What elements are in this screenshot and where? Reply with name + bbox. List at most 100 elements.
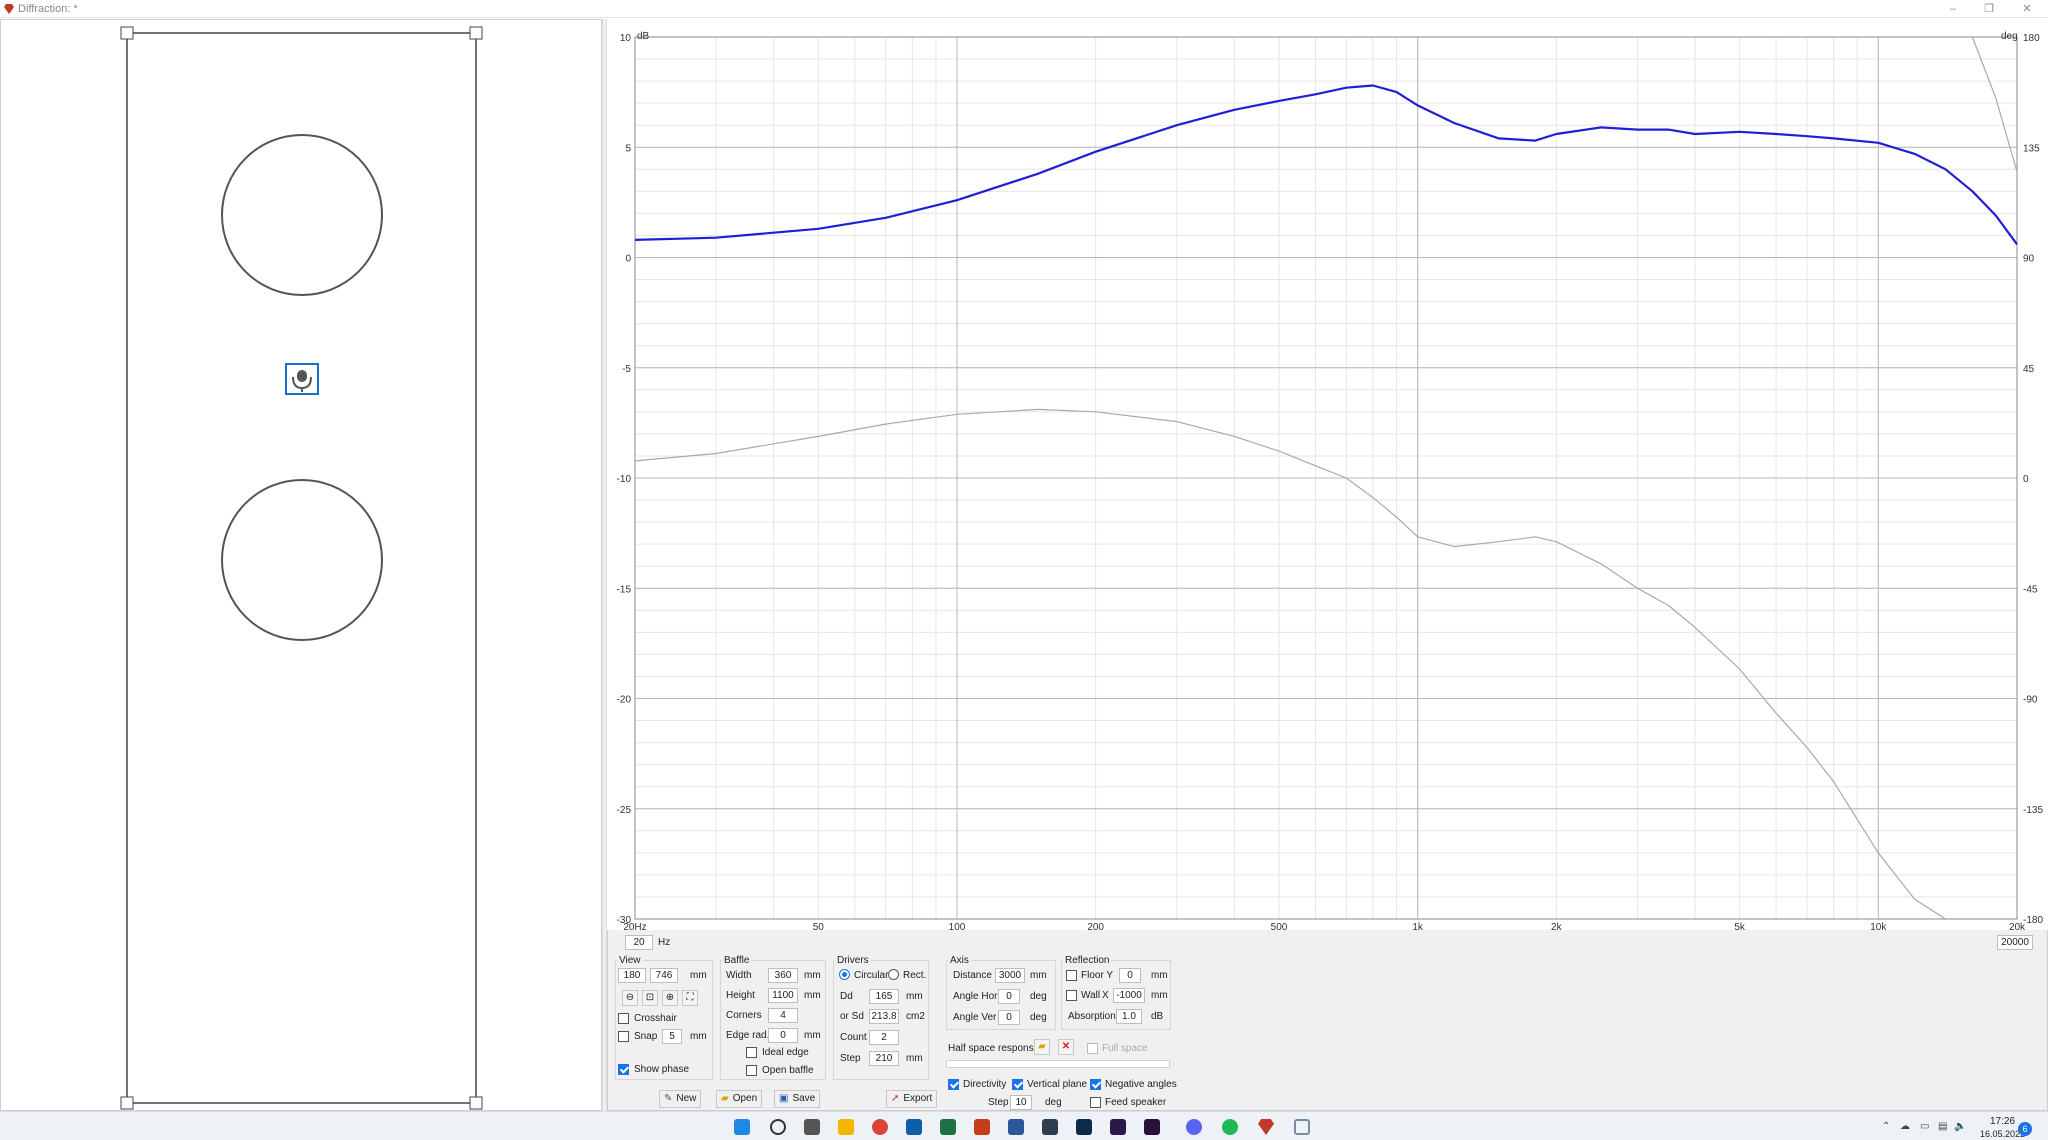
display-icon[interactable]: ▭ [1920,1121,1929,1132]
absorption-field[interactable]: 1.0 [1116,1009,1142,1024]
folder-icon: ▰ [721,1093,729,1104]
start-icon[interactable] [734,1119,750,1135]
half-space-file-field[interactable] [946,1060,1170,1068]
snipping-tool-icon[interactable] [1294,1119,1310,1135]
angle-hor-field[interactable]: 0 [998,989,1020,1004]
y-tick-label-left: 5 [625,143,631,154]
folder-open-icon[interactable]: ▰ [1034,1039,1050,1055]
zoom-in-icon[interactable]: ⊕ [662,990,678,1006]
edge-radius-field[interactable]: 0 [768,1028,798,1043]
baffle-canvas[interactable] [1,20,603,1112]
y-tick-label-right: 90 [2023,254,2035,265]
absorption-unit: dB [1151,1011,1164,1022]
crosshair-checkbox[interactable] [618,1013,629,1024]
snap-unit: mm [690,1031,707,1042]
y-unit-right: deg [2001,31,2018,42]
open-button[interactable]: ▰ Open [716,1090,763,1108]
onedrive-icon[interactable]: ☁ [1900,1121,1910,1132]
spotify-icon[interactable] [1222,1119,1238,1135]
wall-unit: mm [1151,990,1168,1001]
baffle-height-field[interactable]: 1100 [768,988,798,1003]
chrome-icon[interactable] [872,1119,888,1135]
window-title: Diffraction: * [18,3,78,15]
circular-label: Circular [854,970,889,981]
sd-field[interactable]: 213.8 [869,1009,899,1024]
lightroom-icon[interactable] [1042,1119,1058,1135]
floor-checkbox[interactable] [1066,970,1077,981]
network-icon[interactable]: ▤ [1938,1121,1947,1132]
zoom-out-icon[interactable]: ⊖ [622,990,638,1006]
edge-radius-unit: mm [804,1030,821,1041]
angle-ver-unit: deg [1030,1012,1047,1023]
app-icon [4,4,14,14]
fullscreen-icon[interactable]: ⛶ [682,990,698,1006]
baffle-group-title: Baffle [722,955,752,966]
word-icon[interactable] [1008,1119,1024,1135]
snap-checkbox[interactable] [618,1031,629,1042]
tray-chevron-icon[interactable]: ⌃ [1882,1121,1890,1132]
corners-field[interactable]: 4 [768,1008,798,1023]
floor-field[interactable]: 0 [1119,968,1141,983]
angle-ver-field[interactable]: 0 [998,1010,1020,1025]
discord-icon[interactable] [1186,1119,1202,1135]
view-height-field[interactable]: 746 [650,968,678,983]
frequency-response-plot[interactable]: 10 5 0 -5 -10 -15 -20 -25 -30 180 135 90 45 0 -45 -90 -1… [607,19,2048,930]
y-tick-label-left: -10 [617,474,632,485]
powerpoint-icon[interactable] [974,1119,990,1135]
distance-field[interactable]: 3000 [995,968,1025,983]
photoshop-icon[interactable] [1076,1119,1092,1135]
open-baffle-checkbox[interactable] [746,1065,757,1076]
feed-speaker-checkbox[interactable] [1090,1097,1101,1108]
premiere-icon[interactable] [1144,1119,1160,1135]
close-button[interactable]: ✕ [2016,2,2038,16]
show-phase-checkbox[interactable] [618,1064,629,1075]
taskbar [0,1111,2048,1140]
resize-handle-bottom-right [469,1096,483,1110]
baffle-width-field[interactable]: 360 [768,968,798,983]
feed-speaker-label: Feed speaker [1105,1097,1167,1108]
negative-angles-checkbox[interactable] [1090,1079,1101,1090]
excel-icon[interactable] [940,1119,956,1135]
wall-field[interactable]: -1000 [1113,988,1145,1003]
x-min-unit: Hz [658,937,671,948]
file-explorer-icon[interactable] [838,1119,854,1135]
x-min-field[interactable]: 20 [625,935,653,950]
zoom-fit-icon[interactable]: ⊡ [642,990,658,1006]
driver-step-unit: mm [906,1053,923,1064]
maximize-button[interactable]: ❐ [1978,2,2000,16]
rect-radio[interactable] [888,969,899,980]
search-icon[interactable] [770,1119,786,1135]
ideal-edge-checkbox[interactable] [746,1047,757,1058]
vertical-plane-checkbox[interactable] [1012,1079,1023,1090]
directivity-checkbox[interactable] [948,1079,959,1090]
axis-group-title: Axis [948,955,971,966]
snap-field[interactable]: 5 [662,1029,682,1044]
clock-time[interactable]: 17:26 [1990,1116,2015,1127]
circular-radio[interactable] [839,969,850,980]
resize-handle-top-right [469,26,483,40]
y-tick-label-right: -180 [2023,915,2043,926]
directivity-step-field[interactable]: 10 [1010,1095,1032,1110]
task-view-icon[interactable] [804,1119,820,1135]
baffle-view[interactable] [0,19,602,1111]
directivity-step-unit: deg [1045,1097,1062,1108]
notification-badge[interactable]: 6 [2018,1122,2032,1136]
export-button[interactable]: ➚ Export [886,1090,938,1108]
distance-label: Distance [953,970,992,981]
outlook-icon[interactable] [906,1119,922,1135]
volume-icon[interactable]: 🔈 [1954,1121,1966,1132]
after-effects-icon[interactable] [1110,1119,1126,1135]
plot-canvas[interactable]: 1050-5-10-15-20-25-3018013590450-45-90-1… [607,19,2048,930]
y-tick-label-right: -45 [2023,584,2038,595]
delete-icon[interactable]: ✕ [1058,1039,1074,1055]
x-max-field[interactable]: 20000 [1997,935,2033,950]
view-width-field[interactable]: 180 [618,968,646,983]
count-field[interactable]: 2 [869,1030,899,1045]
driver-step-field[interactable]: 210 [869,1051,899,1066]
wall-checkbox[interactable] [1066,990,1077,1001]
full-space-checkbox[interactable] [1087,1043,1098,1054]
new-button[interactable]: ✎ New [659,1090,702,1108]
dd-field[interactable]: 165 [869,989,899,1004]
minimize-button[interactable]: – [1942,2,1964,16]
save-button[interactable]: ▣ Save [774,1090,821,1108]
